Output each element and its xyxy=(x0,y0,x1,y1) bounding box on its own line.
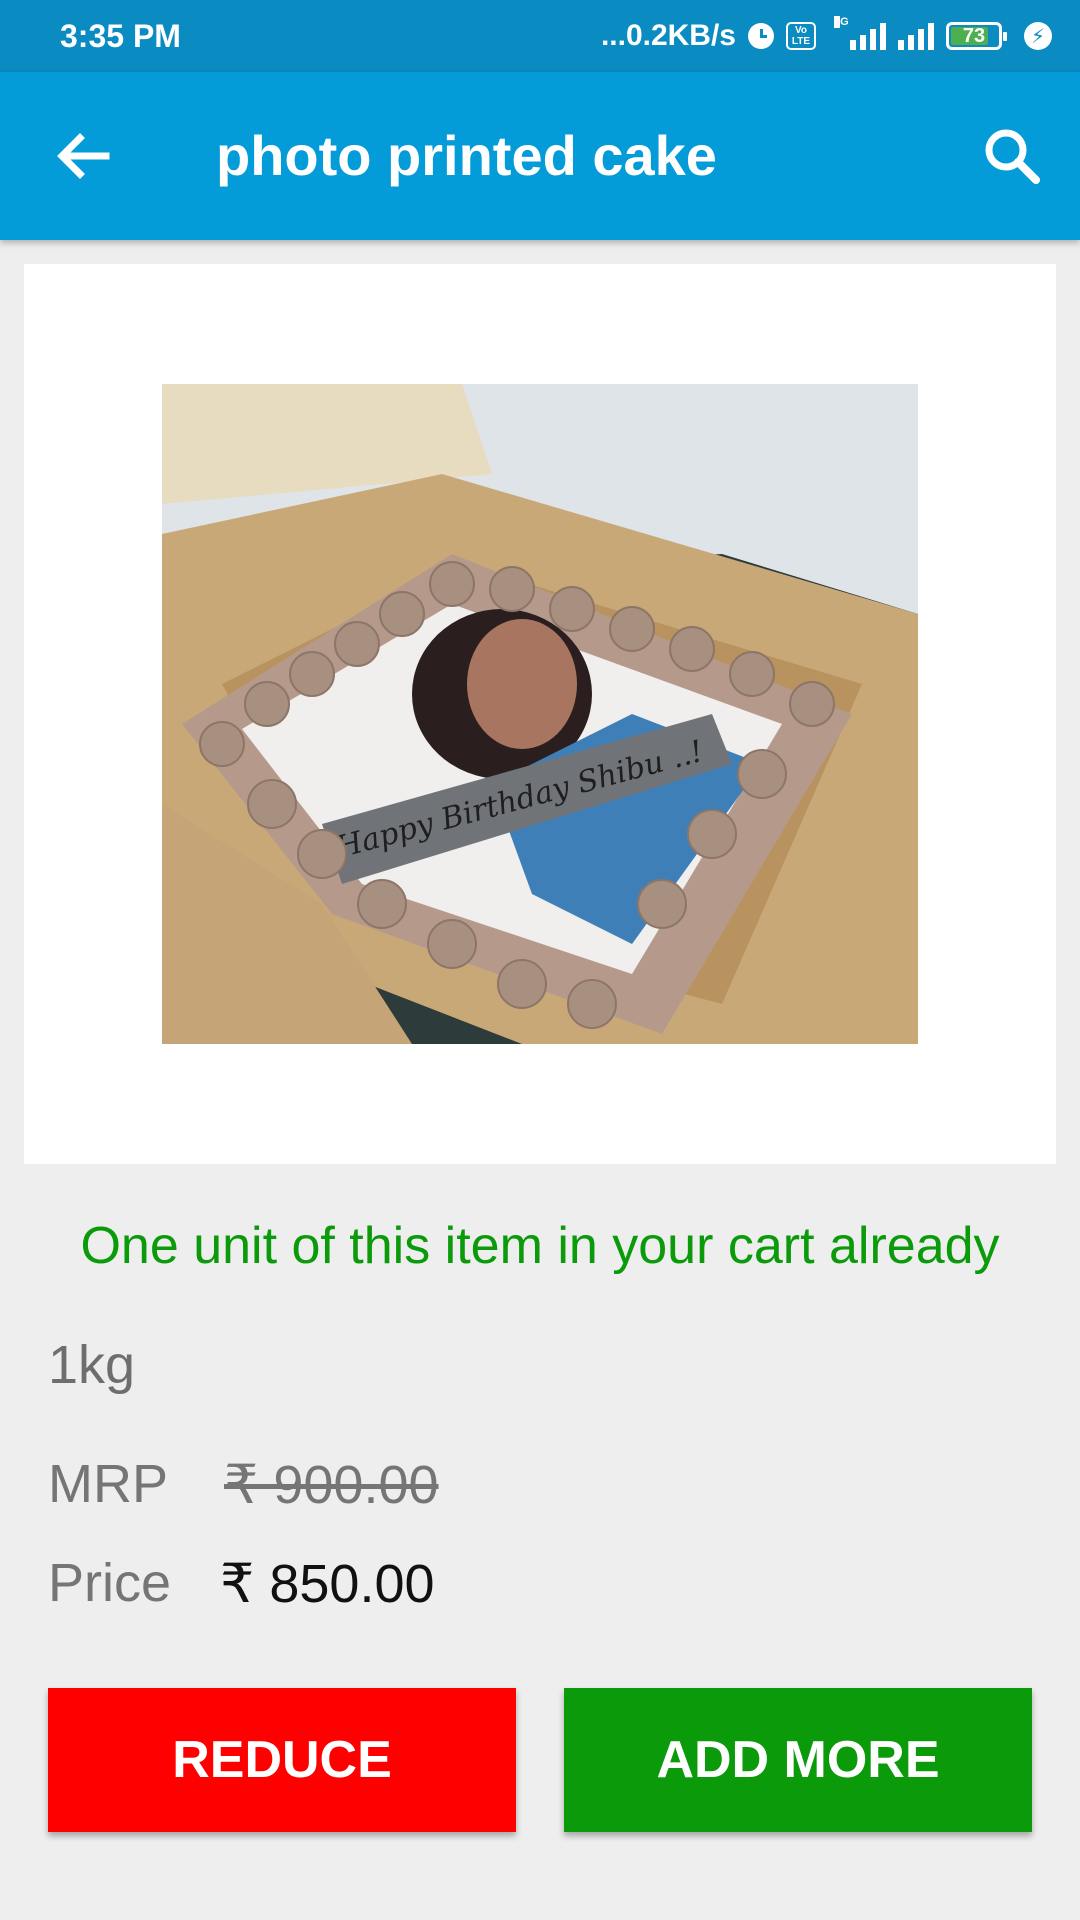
product-card: Happy Birthday Shibu ..! xyxy=(24,264,1056,1164)
network-type-label: 4G xyxy=(834,16,849,28)
battery-icon: 73 xyxy=(946,22,1007,50)
price-label: Price xyxy=(48,1553,172,1613)
signal-icon: 4G xyxy=(834,16,886,50)
search-button[interactable] xyxy=(972,116,1052,196)
reduce-button[interactable]: REDUCE xyxy=(48,1688,516,1832)
status-time: 3:35 PM xyxy=(60,18,181,54)
app-bar: photo printed cake xyxy=(0,72,1080,240)
alarm-icon xyxy=(748,23,774,49)
cake-photo: Happy Birthday Shibu ..! xyxy=(162,384,918,1044)
arrow-back-icon xyxy=(57,133,110,179)
mrp-value: ₹ 900.00 xyxy=(224,1455,439,1515)
charging-icon: ⚡ xyxy=(1024,22,1052,50)
status-icons: ...0.2KB/s Vo LTE 4G 73 ⚡ xyxy=(601,0,1052,72)
back-button[interactable] xyxy=(44,116,124,196)
cart-notice: One unit of this item in your cart alrea… xyxy=(80,1217,1000,1275)
product-weight: 1kg xyxy=(48,1335,136,1395)
product-image[interactable]: Happy Birthday Shibu ..! xyxy=(162,384,918,1044)
add-more-button[interactable]: ADD MORE xyxy=(564,1688,1032,1832)
signal-icon xyxy=(898,22,934,50)
mrp-label: MRP xyxy=(48,1454,168,1514)
status-bar: 3:35 PM ...0.2KB/s Vo LTE 4G 73 ⚡ xyxy=(0,0,1080,72)
page-title: photo printed cake xyxy=(216,124,717,187)
search-icon xyxy=(985,129,1040,184)
network-speed: ...0.2KB/s xyxy=(600,19,736,52)
battery-level: 73 xyxy=(962,24,986,47)
price-value: ₹ 850.00 xyxy=(220,1554,435,1614)
volte-icon: Vo LTE xyxy=(786,22,816,50)
